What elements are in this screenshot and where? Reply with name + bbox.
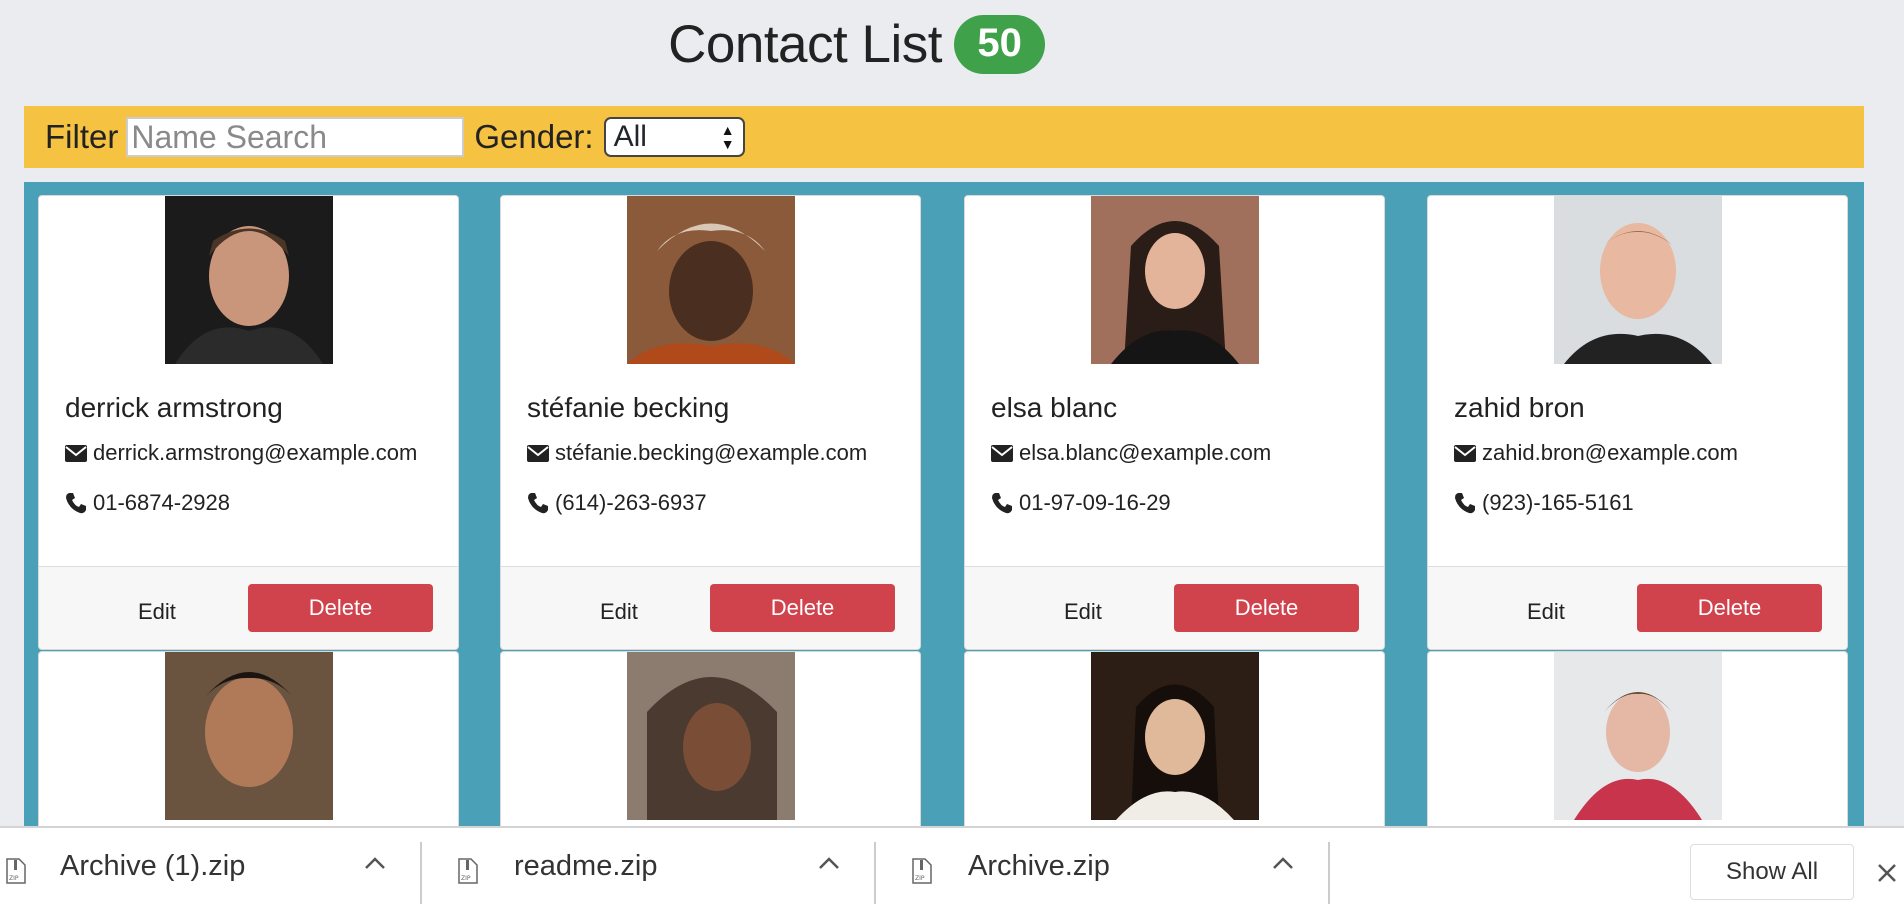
- phone-icon: [528, 493, 548, 514]
- contact-photo: [627, 652, 795, 820]
- chevron-up-icon[interactable]: [364, 856, 386, 870]
- filter-bar: Filter Gender: All ▲▼: [24, 106, 1864, 168]
- contact-photo: [1554, 652, 1722, 820]
- contact-email-row: elsa.blanc@example.com: [991, 440, 1271, 466]
- contact-email-row: stéfanie.becking@example.com: [527, 440, 867, 466]
- page-title: Contact List: [668, 15, 942, 74]
- contact-name: stéfanie becking: [527, 392, 730, 423]
- phone-icon: [1455, 493, 1475, 514]
- svg-text:ZIP: ZIP: [915, 875, 925, 882]
- contact-phone: 01-6874-2928: [93, 490, 231, 515]
- download-item[interactable]: ZIP Archive.zip: [876, 828, 1328, 904]
- contact-phone-row: (614)-263-6937: [527, 490, 707, 516]
- contact-card: [38, 651, 459, 851]
- phone-icon: [992, 493, 1012, 514]
- filter-label: Filter: [45, 118, 119, 155]
- contact-name: elsa blanc: [991, 392, 1118, 423]
- edit-button[interactable]: Edit: [138, 599, 176, 625]
- edit-button[interactable]: Edit: [1527, 599, 1565, 625]
- card-footer: Edit Delete: [1428, 566, 1847, 649]
- envelope-icon: [65, 444, 87, 462]
- svg-text:ZIP: ZIP: [9, 875, 19, 882]
- download-filename: Archive.zip: [968, 849, 1110, 882]
- contact-email-row: zahid.bron@example.com: [1454, 440, 1738, 466]
- contact-photo: [627, 196, 795, 364]
- contact-card: zahid bron zahid.bron@example.com (923)-…: [1427, 195, 1848, 650]
- delete-button[interactable]: Delete: [1637, 584, 1822, 632]
- chevron-up-icon[interactable]: [1272, 856, 1294, 870]
- delete-button[interactable]: Delete: [1174, 584, 1359, 632]
- contact-name: derrick armstrong: [65, 392, 283, 423]
- gender-select-value: All: [613, 120, 647, 153]
- contact-card: derrick armstrong derrick.armstrong@exam…: [38, 195, 459, 650]
- svg-text:ZIP: ZIP: [461, 875, 471, 882]
- contact-email: zahid.bron@example.com: [1482, 440, 1738, 465]
- envelope-icon: [527, 444, 549, 462]
- contact-card: elsa blanc elsa.blanc@example.com 01-97-…: [964, 195, 1385, 650]
- show-all-button[interactable]: Show All: [1690, 844, 1854, 900]
- download-item[interactable]: ZIP readme.zip: [422, 828, 874, 904]
- edit-button[interactable]: Edit: [1064, 599, 1102, 625]
- card-footer: Edit Delete: [501, 566, 920, 649]
- zip-file-icon: ZIP: [458, 858, 478, 884]
- delete-button[interactable]: Delete: [248, 584, 433, 632]
- edit-button[interactable]: Edit: [600, 599, 638, 625]
- zip-file-icon: ZIP: [912, 858, 932, 884]
- contact-card: [964, 651, 1385, 851]
- contact-email-row: derrick.armstrong@example.com: [65, 440, 417, 466]
- name-search-input[interactable]: [126, 117, 465, 157]
- envelope-icon: [991, 444, 1013, 462]
- gender-label: Gender:: [474, 118, 594, 155]
- delete-button[interactable]: Delete: [710, 584, 895, 632]
- download-shelf: ZIP Archive (1).zip ZIP readme.zip ZIP A…: [0, 826, 1904, 904]
- download-item[interactable]: ZIP Archive (1).zip: [0, 828, 420, 904]
- contact-phone: (614)-263-6937: [555, 490, 707, 515]
- contact-phone-row: 01-6874-2928: [65, 490, 230, 516]
- contact-card: stéfanie becking stéfanie.becking@exampl…: [500, 195, 921, 650]
- phone-icon: [66, 493, 86, 514]
- contact-phone-row: 01-97-09-16-29: [991, 490, 1171, 516]
- contact-card: [1427, 651, 1848, 851]
- chevron-up-icon[interactable]: [818, 856, 840, 870]
- contact-photo: [1091, 652, 1259, 820]
- download-filename: Archive (1).zip: [60, 849, 246, 882]
- contact-count-badge: 50: [954, 15, 1045, 74]
- select-arrows-icon: ▲ ▼: [720, 122, 735, 152]
- contact-email: stéfanie.becking@example.com: [555, 440, 868, 465]
- zip-file-icon: ZIP: [6, 858, 26, 884]
- contact-name: zahid bron: [1454, 392, 1585, 423]
- contact-phone: (923)-165-5161: [1482, 490, 1634, 515]
- contact-card: [500, 651, 921, 851]
- page-header: Contact List 50: [0, 14, 1713, 75]
- contact-email: elsa.blanc@example.com: [1019, 440, 1272, 465]
- envelope-icon: [1454, 444, 1476, 462]
- contact-email: derrick.armstrong@example.com: [93, 440, 418, 465]
- card-footer: Edit Delete: [39, 566, 458, 649]
- close-icon[interactable]: [1876, 862, 1898, 884]
- contact-photo: [165, 652, 333, 820]
- contact-phone: 01-97-09-16-29: [1019, 490, 1171, 515]
- contact-photo: [1554, 196, 1722, 364]
- gender-select[interactable]: All ▲ ▼: [603, 117, 745, 157]
- contact-photo: [165, 196, 333, 364]
- divider: [1328, 842, 1330, 904]
- contact-phone-row: (923)-165-5161: [1454, 490, 1634, 516]
- download-filename: readme.zip: [514, 849, 658, 882]
- contact-photo: [1091, 196, 1259, 364]
- card-footer: Edit Delete: [965, 566, 1384, 649]
